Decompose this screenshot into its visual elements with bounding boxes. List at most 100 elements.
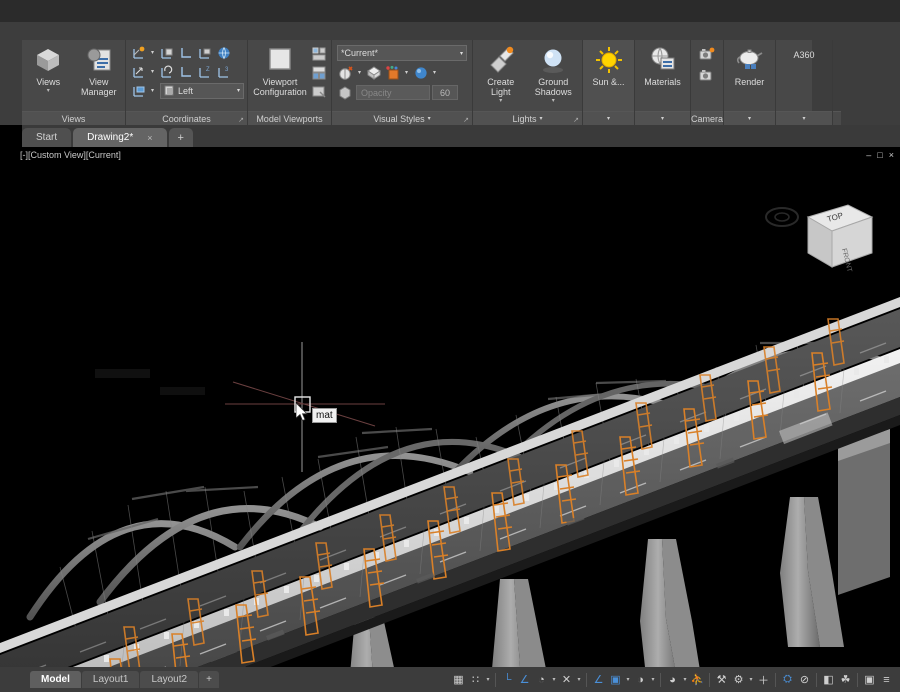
svg-text:3: 3 <box>225 67 229 73</box>
lights-panel-caret-icon[interactable]: ▾ <box>540 115 543 122</box>
render-button[interactable]: Render <box>728 43 771 87</box>
viewport-restore-icon[interactable] <box>310 64 327 81</box>
ucs-y-rotate-icon[interactable]: Z <box>196 63 213 80</box>
viewport-named-icon[interactable] <box>310 83 327 100</box>
visual-style-color-icon[interactable] <box>384 64 401 81</box>
visual-style-sphere-dropdown-icon[interactable]: ▾ <box>431 69 438 76</box>
visual-style-dropdown[interactable]: *Current* ▾ <box>337 45 467 61</box>
snap-mode-icon[interactable]: ∷ <box>467 670 484 690</box>
opacity-value[interactable]: 60 <box>432 85 458 100</box>
lineweight-dropdown-icon[interactable]: ▾ <box>681 676 689 683</box>
ucs-named-dropdown-icon[interactable]: ▾ <box>149 49 156 56</box>
annotation-monitor-icon[interactable]: ⊘ <box>796 670 813 690</box>
a360-panel-caret-icon[interactable]: ▾ <box>803 115 806 122</box>
object-snap-icon[interactable]: ∠ <box>590 670 607 690</box>
lights-dialog-launcher[interactable]: ↗ <box>573 116 579 124</box>
sun-panel-caret-icon[interactable]: ▾ <box>607 115 610 122</box>
viewport-minimize-button[interactable]: – <box>866 150 871 160</box>
visual-style-edge-icon[interactable] <box>337 64 354 81</box>
ucs-origin-icon[interactable] <box>177 44 194 61</box>
3d-object-snap-dropdown-icon[interactable]: ▾ <box>624 676 632 683</box>
visual-style-shade-icon[interactable] <box>365 64 382 81</box>
isolate-objects-icon[interactable]: ☘ <box>837 670 854 690</box>
ucs-world-icon[interactable] <box>158 44 175 61</box>
chevron-down-icon[interactable]: ▾ <box>47 87 50 94</box>
ucs-face-icon[interactable] <box>196 44 213 61</box>
ucs-display-dropdown-icon[interactable]: ▾ <box>149 87 156 94</box>
isometric-drafting-dropdown-icon[interactable]: ▾ <box>550 676 558 683</box>
transparency-icon[interactable]: ⛹ <box>689 670 706 690</box>
ucs-named-icon[interactable] <box>130 44 147 61</box>
viewport-label[interactable]: [-][Custom View][Current] <box>20 150 121 160</box>
view-manager-button[interactable]: View Manager <box>77 43 122 97</box>
panel-coordinates: ▾ ▾ Z 3 ▾ Left ▾ Coordinates ↗ <box>126 40 248 125</box>
ucs-z-rotate-icon[interactable]: 3 <box>215 63 232 80</box>
ucs-preset-dropdown[interactable]: Left ▾ <box>160 82 244 99</box>
layout-tab-layout1[interactable]: Layout1 <box>81 671 140 688</box>
ucs-globe-icon[interactable] <box>215 44 232 61</box>
panel-lights-label-text: Lights <box>512 113 537 124</box>
annotation-settings-dropdown-icon[interactable]: ▾ <box>747 676 755 683</box>
selection-cycling-icon[interactable]: ⚒ <box>713 670 730 690</box>
viewport-maximize-button[interactable]: □ <box>877 150 882 160</box>
show-cameras-icon[interactable] <box>699 66 716 83</box>
a360-render-button[interactable]: A360 <box>780 48 828 60</box>
chevron-down-icon[interactable]: ▾ <box>552 97 555 104</box>
drawing-viewport[interactable]: TOP FRONT mat [-][Custom View][Current] … <box>0 147 900 667</box>
visual-styles-panel-caret-icon[interactable]: ▾ <box>428 115 431 122</box>
xray-opacity-icon[interactable] <box>337 84 354 101</box>
chevron-down-icon[interactable]: ▾ <box>237 87 240 94</box>
layout-tab-layout2[interactable]: Layout2 <box>140 671 199 688</box>
file-tab-start[interactable]: Start <box>22 128 72 147</box>
create-light-button[interactable]: Create Light ▾ <box>477 43 525 104</box>
dynamic-ucs-dropdown-icon[interactable]: ▾ <box>649 676 657 683</box>
ground-shadows-button[interactable]: Ground Shadows ▾ <box>529 43 578 104</box>
materials-label: Materials <box>644 77 681 87</box>
polar-tracking-icon[interactable]: ∠ <box>516 670 533 690</box>
workspace-switching-icon[interactable]: ⛭ <box>779 670 796 690</box>
views-button[interactable]: Views ▾ <box>26 43 71 94</box>
ucs-display-icon[interactable] <box>130 82 147 99</box>
viewport-close-button[interactable]: × <box>889 150 894 160</box>
annotation-settings-icon[interactable]: ⚙ <box>730 670 747 690</box>
visual-style-color-dropdown-icon[interactable]: ▾ <box>403 69 410 76</box>
customization-icon[interactable]: ≡ <box>878 670 895 690</box>
viewcube[interactable]: TOP FRONT <box>792 195 882 280</box>
visual-style-edge-dropdown-icon[interactable]: ▾ <box>356 69 363 76</box>
ucs-rotate-icon[interactable] <box>158 63 175 80</box>
snap-mode-dropdown-icon[interactable]: ▾ <box>484 676 492 683</box>
chevron-down-icon[interactable]: ▾ <box>460 50 463 57</box>
grid-display-icon[interactable]: ▦ <box>450 670 467 690</box>
close-icon[interactable]: × <box>147 133 152 143</box>
materials-button[interactable]: Materials <box>639 43 686 87</box>
new-drawing-tab[interactable]: + <box>168 128 193 147</box>
layout-tab-model[interactable]: Model <box>30 671 81 688</box>
sun-location-button[interactable]: Sun &... <box>587 43 630 87</box>
dynamic-ucs-icon[interactable]: ◑ <box>632 670 649 690</box>
chevron-down-icon[interactable]: ▾ <box>499 97 502 104</box>
visual-styles-dialog-launcher[interactable]: ↗ <box>463 116 469 124</box>
ucs-z-axis-icon[interactable] <box>177 63 194 80</box>
ucs-x-icon[interactable] <box>130 63 147 80</box>
coordinates-dialog-launcher[interactable]: ↗ <box>238 116 244 124</box>
file-tab-drawing2-[interactable]: Drawing2* × <box>73 128 167 147</box>
render-panel-caret-icon[interactable]: ▾ <box>748 115 751 122</box>
units-icon[interactable]: ◧ <box>820 670 837 690</box>
visual-style-sphere-icon[interactable] <box>412 64 429 81</box>
isometric-drafting-icon[interactable]: ◔ <box>533 670 550 690</box>
ortho-mode-icon[interactable]: └ <box>499 670 516 690</box>
object-snap-tracking-icon[interactable]: ✕ <box>558 670 575 690</box>
hardware-acceleration-icon[interactable]: ▣ <box>861 670 878 690</box>
viewport-join-icon[interactable] <box>310 45 327 62</box>
3d-object-snap-icon[interactable]: ▣ <box>607 670 624 690</box>
materials-panel-caret-icon[interactable]: ▾ <box>661 115 664 122</box>
ucs-x-dropdown-icon[interactable]: ▾ <box>149 68 156 75</box>
add-scale-icon[interactable]: ＋ <box>755 670 772 690</box>
create-camera-icon[interactable] <box>699 45 716 62</box>
opacity-slider[interactable]: Opacity <box>356 85 430 100</box>
object-snap-tracking-dropdown-icon[interactable]: ▾ <box>575 676 583 683</box>
viewport-configuration-button[interactable]: Viewport Configuration <box>252 43 308 97</box>
new-layout-button[interactable]: + <box>199 671 219 688</box>
lineweight-icon[interactable]: ◕ <box>664 670 681 690</box>
command-tooltip: mat <box>312 408 337 423</box>
